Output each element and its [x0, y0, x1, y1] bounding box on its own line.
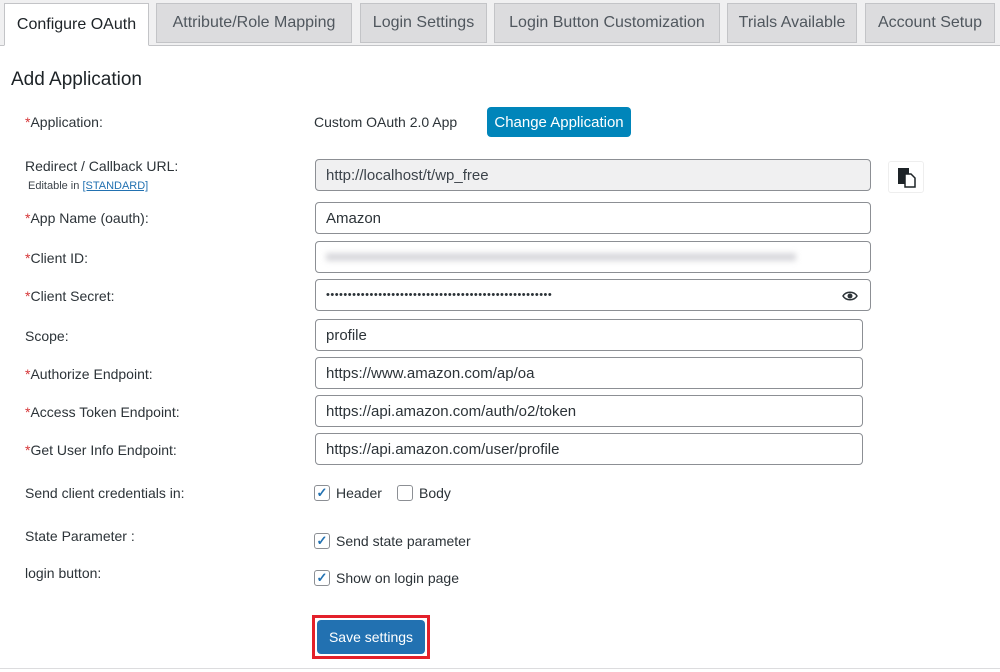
body-checkbox[interactable]: Body [397, 485, 451, 501]
user-info-endpoint-label: *Get User Info Endpoint: [25, 442, 177, 458]
login-button-label: login button: [25, 565, 102, 581]
client-id-input[interactable] [315, 241, 871, 273]
checkmark-icon: ✓ [314, 533, 330, 549]
checkmark-icon: ✓ [314, 485, 330, 501]
send-state-checkbox[interactable]: ✓ Send state parameter [314, 533, 471, 549]
app-name-input[interactable]: Amazon [315, 202, 871, 234]
eye-icon[interactable] [842, 290, 858, 302]
save-settings-button[interactable]: Save settings [317, 620, 425, 654]
redirect-note: Editable in [STANDARD] [28, 180, 149, 192]
credentials-label: Send client credentials in: [25, 485, 185, 501]
copy-button[interactable] [888, 161, 924, 193]
scope-input[interactable]: profile [315, 319, 863, 351]
copy-icon [898, 168, 916, 188]
change-application-button[interactable]: Change Application [487, 107, 631, 137]
access-token-endpoint-label: *Access Token Endpoint: [25, 404, 180, 420]
checkbox-box [397, 485, 413, 501]
application-value: Custom OAuth 2.0 App [314, 114, 458, 130]
show-on-login-checkbox[interactable]: ✓ Show on login page [314, 570, 459, 586]
user-info-endpoint-input[interactable]: https://api.amazon.com/user/profile [315, 433, 863, 465]
redirect-url-field[interactable]: http://localhost/t/wp_free [315, 159, 871, 191]
page-title: Add Application [11, 69, 142, 90]
client-id-label: *Client ID: [25, 250, 89, 266]
app-name-label: *App Name (oauth): [25, 210, 149, 226]
state-parameter-label: State Parameter : [25, 528, 135, 544]
header-checkbox[interactable]: ✓ Header [314, 485, 382, 501]
scope-label: Scope: [25, 328, 69, 344]
divider [0, 668, 1000, 669]
tab-attribute-role-mapping[interactable]: Attribute/Role Mapping [156, 3, 352, 43]
checkmark-icon: ✓ [314, 570, 330, 586]
tab-login-button-customization[interactable]: Login Button Customization [494, 3, 720, 43]
client-secret-label: *Client Secret: [25, 288, 115, 304]
tab-configure-oauth[interactable]: Configure OAuth [4, 3, 149, 46]
access-token-endpoint-input[interactable]: https://api.amazon.com/auth/o2/token [315, 395, 863, 427]
application-label: *Application: [25, 114, 103, 130]
tab-account-setup[interactable]: Account Setup [865, 3, 995, 43]
blurred-client-id [326, 253, 796, 261]
authorize-endpoint-input[interactable]: https://www.amazon.com/ap/oa [315, 357, 863, 389]
redirect-label: Redirect / Callback URL: [25, 158, 179, 174]
standard-link[interactable]: [STANDARD] [82, 180, 148, 192]
client-secret-input[interactable]: ••••••••••••••••••••••••••••••••••••••••… [315, 279, 871, 311]
tab-login-settings[interactable]: Login Settings [360, 3, 487, 43]
authorize-endpoint-label: *Authorize Endpoint: [25, 366, 153, 382]
tab-bar: Configure OAuth Attribute/Role Mapping L… [0, 0, 1000, 46]
tab-trials-available[interactable]: Trials Available [727, 3, 857, 43]
